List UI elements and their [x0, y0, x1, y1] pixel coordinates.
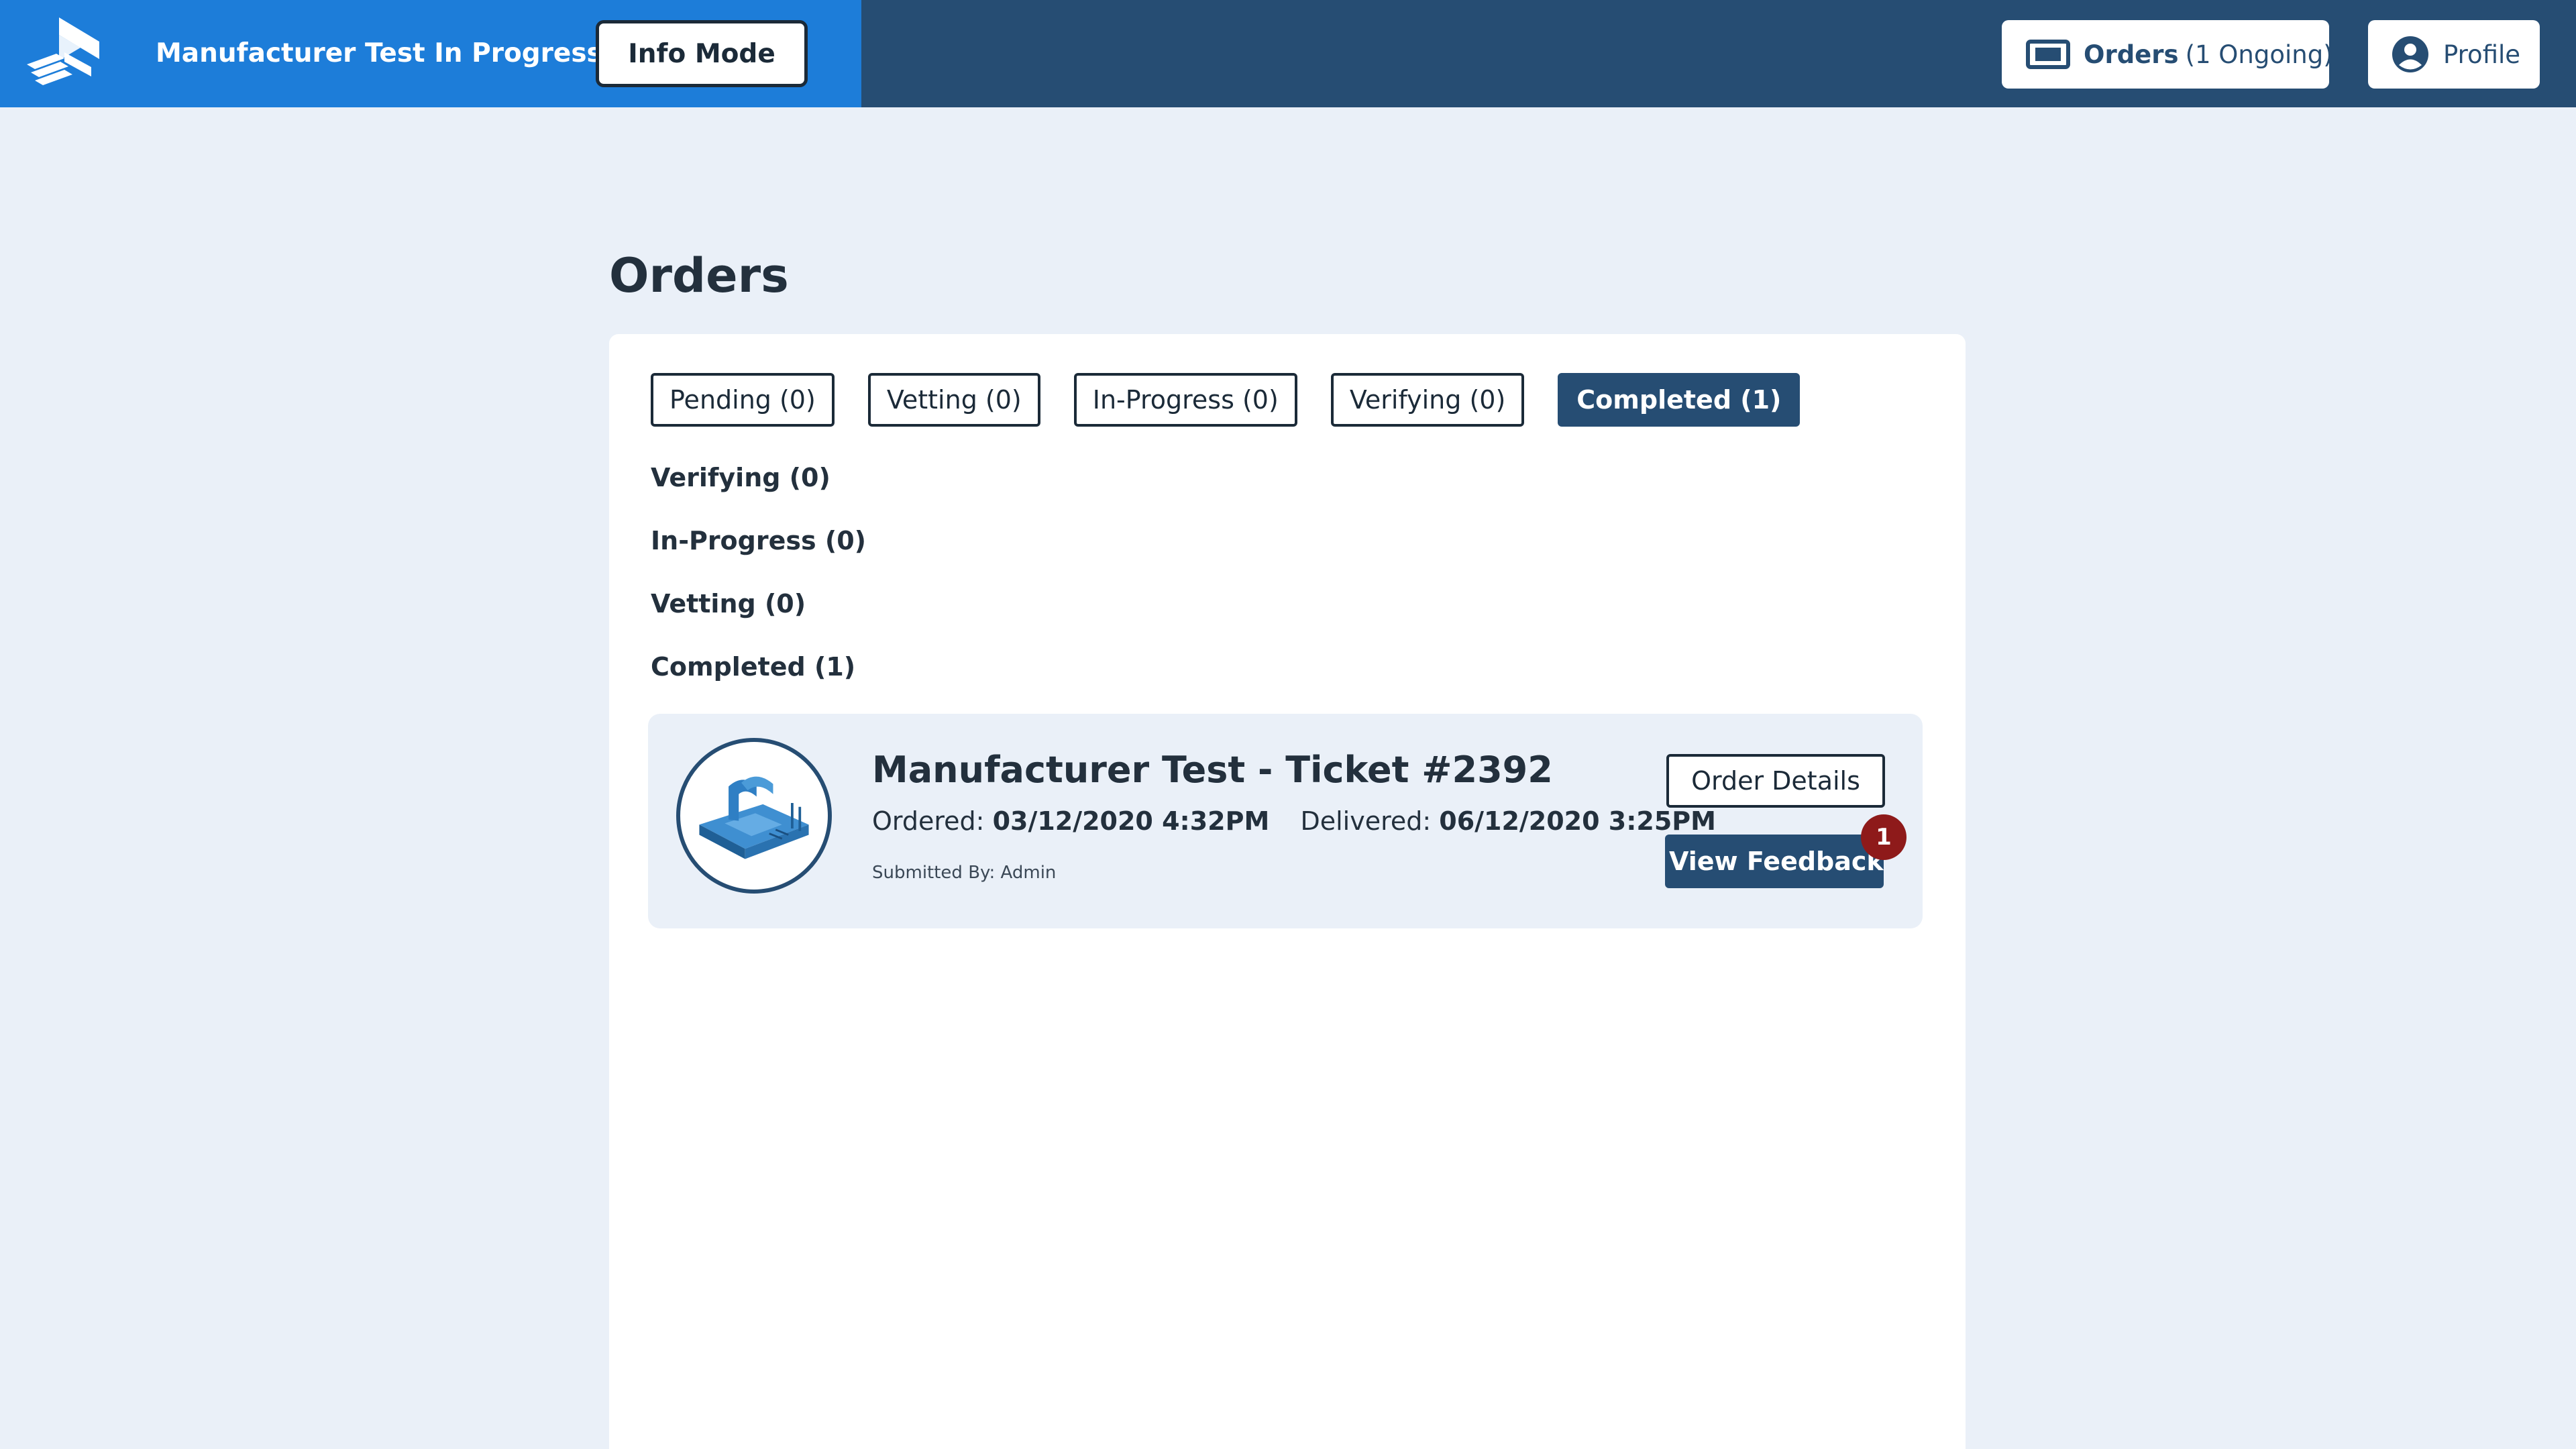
order-thumbnail	[676, 738, 832, 894]
orders-ongoing-count: (1 Ongoing)	[2185, 40, 2333, 69]
top-bar-title-area: Manufacturer Test In Progress Info Mode	[0, 0, 861, 107]
orders-panel: Pending (0) Vetting (0) In-Progress (0) …	[609, 334, 1966, 1449]
order-details-button[interactable]: Order Details	[1666, 754, 1885, 808]
orders-label: Orders	[2084, 40, 2179, 69]
delivered-label: Delivered:	[1300, 806, 1432, 836]
section-heading-in-progress: In-Progress (0)	[651, 526, 867, 555]
feedback-count-badge: 1	[1861, 814, 1907, 860]
top-bar: Manufacturer Test In Progress Info Mode …	[0, 0, 2576, 107]
status-tabs: Pending (0) Vetting (0) In-Progress (0) …	[651, 373, 1801, 427]
profile-label: Profile	[2443, 40, 2521, 69]
part-model-icon	[699, 776, 809, 859]
view-feedback-button[interactable]: View Feedback	[1665, 835, 1884, 888]
section-heading-verifying: Verifying (0)	[651, 463, 830, 492]
order-card: Manufacturer Test - Ticket #2392 Ordered…	[648, 714, 1923, 928]
app-title: Manufacturer Test In Progress	[156, 38, 602, 68]
order-title: Manufacturer Test - Ticket #2392	[872, 749, 1553, 791]
section-heading-vetting: Vetting (0)	[651, 589, 806, 619]
section-heading-completed: Completed (1)	[651, 652, 856, 682]
delivered-date: 06/12/2020 3:25PM	[1439, 806, 1716, 836]
info-mode-button[interactable]: Info Mode	[596, 20, 808, 87]
tab-vetting[interactable]: Vetting (0)	[867, 373, 1040, 427]
tab-pending[interactable]: Pending (0)	[651, 373, 835, 427]
tab-verifying[interactable]: Verifying (0)	[1330, 373, 1525, 427]
profile-button[interactable]: Profile	[2368, 20, 2540, 89]
order-dates: Ordered: 03/12/2020 4:32PM Delivered: 06…	[872, 806, 1716, 836]
tab-completed[interactable]: Completed (1)	[1558, 373, 1801, 427]
orders-icon	[2026, 40, 2070, 69]
orders-button[interactable]: Orders (1 Ongoing)	[2002, 20, 2333, 89]
ordered-date: 03/12/2020 4:32PM	[992, 806, 1270, 836]
page-title: Orders	[609, 248, 789, 303]
profile-icon	[2392, 36, 2428, 72]
logo-icon[interactable]	[24, 15, 103, 90]
ordered-label: Ordered:	[872, 806, 985, 836]
submitted-by: Submitted By: Admin	[872, 863, 1057, 883]
tab-in-progress[interactable]: In-Progress (0)	[1073, 373, 1297, 427]
